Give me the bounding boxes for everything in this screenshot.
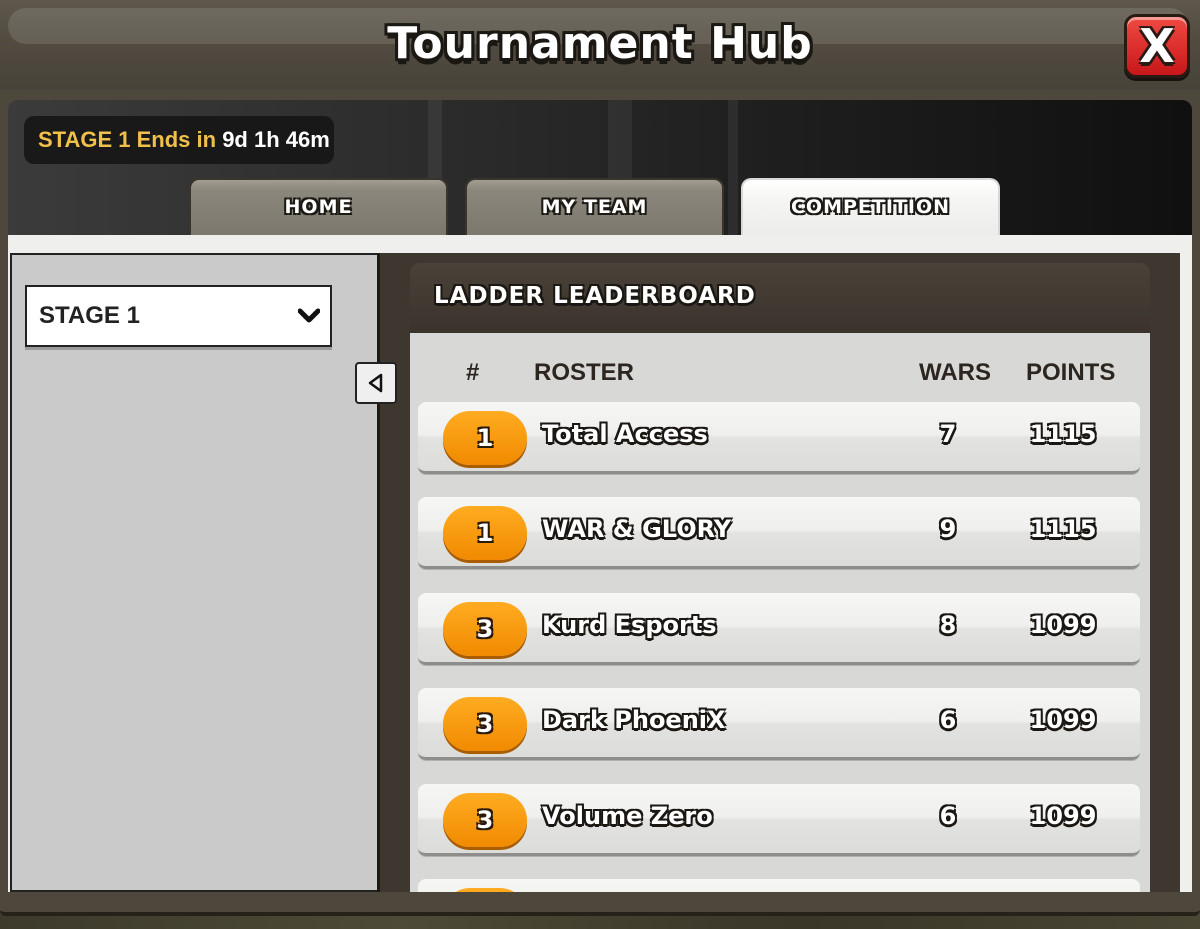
stage-countdown-time: 9d 1h 46m: [222, 127, 330, 152]
left-panel: [10, 253, 377, 892]
column-header-wars: WARS: [919, 359, 991, 386]
tab-home-label: HOME: [284, 196, 353, 218]
wars-count: 6: [939, 706, 957, 734]
rank-badge: 3: [443, 602, 527, 656]
points-value: 1099: [1029, 706, 1097, 734]
column-header-rank: #: [466, 359, 480, 386]
roster-name: Volume Zero: [542, 802, 713, 830]
leaderboard-title: LADDER LEADERBOARD: [434, 283, 756, 309]
leaderboard-row[interactable]: 3 Kurd Esports 8 1099: [418, 593, 1140, 665]
leaderboard-body: # ROSTER WARS POINTS 1 Total Access 7 11…: [410, 333, 1150, 892]
wars-count: 6: [939, 802, 957, 830]
column-header-roster: ROSTER: [534, 359, 635, 386]
rank-badge: 1: [443, 411, 527, 465]
roster-name: Dark PhoeniX: [542, 706, 726, 734]
leaderboard-row[interactable]: 3 Dark PhoeniX 6 1099: [418, 688, 1140, 760]
leaderboard-row[interactable]: 1 WAR & GLORY 9 1115: [418, 497, 1140, 569]
roster-name: Kurd Esports: [542, 611, 717, 639]
column-header-points: POINTS: [1026, 359, 1116, 386]
stage-countdown-label: STAGE 1 Ends in: [38, 127, 217, 152]
close-button[interactable]: X: [1124, 14, 1190, 78]
stage-select-value: STAGE 1: [39, 302, 140, 329]
leaderboard-header: LADDER LEADERBOARD: [410, 263, 1150, 335]
points-value: 1099: [1029, 611, 1097, 639]
leaderboard-row[interactable]: 3 Volume Zero 6 1099: [418, 784, 1140, 856]
roster-name: Total Access: [542, 420, 708, 448]
rank-badge: 3: [443, 697, 527, 751]
stage-countdown: STAGE 1 Ends in 9d 1h 46m: [24, 116, 334, 164]
wars-count: 7: [939, 420, 957, 448]
wars-count: 8: [939, 611, 957, 639]
chevron-down-icon: [298, 308, 320, 323]
tournament-hub-window: Tournament Hub X STAGE 1 Ends in 9d 1h 4…: [0, 0, 1200, 916]
leaderboard-row-partial[interactable]: [418, 879, 1140, 892]
triangle-left-icon: [368, 373, 383, 393]
rank-badge: 1: [443, 506, 527, 560]
rank-badge: 3: [443, 793, 527, 847]
tab-competition[interactable]: COMPETITION: [741, 178, 1000, 236]
tab-my-team[interactable]: MY TEAM: [465, 178, 724, 236]
collapse-panel-button[interactable]: [355, 362, 397, 404]
roster-name: WAR & GLORY: [542, 515, 732, 543]
points-value: 1115: [1029, 420, 1097, 448]
tab-my-team-label: MY TEAM: [541, 196, 648, 218]
tab-competition-label: COMPETITION: [790, 196, 951, 218]
title-bar: Tournament Hub: [0, 0, 1200, 90]
leaderboard-row[interactable]: 1 Total Access 7 1115: [418, 402, 1140, 474]
wars-count: 9: [939, 515, 957, 543]
close-icon: X: [1139, 19, 1175, 73]
stage-select-dropdown[interactable]: STAGE 1: [25, 285, 332, 347]
window-title: Tournament Hub: [387, 18, 813, 69]
points-value: 1115: [1029, 515, 1097, 543]
points-value: 1099: [1029, 802, 1097, 830]
rank-badge: [443, 888, 527, 892]
tab-home[interactable]: HOME: [189, 178, 448, 236]
